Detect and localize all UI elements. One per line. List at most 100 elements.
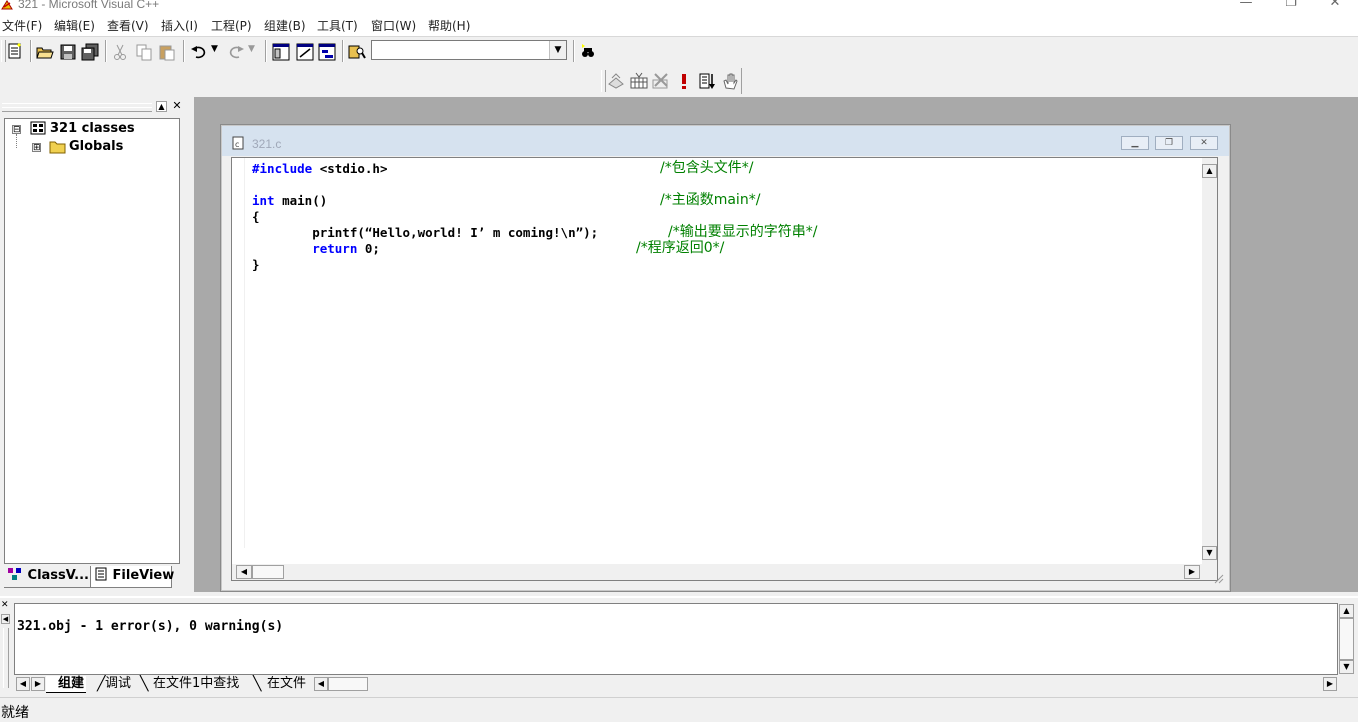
code-keyword: return — [252, 241, 358, 256]
menu-help[interactable]: 帮助(H) — [428, 17, 470, 34]
stop-build-icon[interactable] — [652, 72, 670, 90]
tab-classview[interactable]: ClassV... — [4, 566, 90, 588]
undo-dropdown-icon[interactable]: ▼ — [211, 44, 218, 54]
doc-restore-button[interactable]: ❐ — [1155, 136, 1183, 150]
cut-icon[interactable] — [111, 43, 129, 61]
build-icon[interactable] — [630, 72, 648, 90]
menu-view[interactable]: 查看(V) — [107, 17, 149, 34]
open-folder-icon[interactable] — [36, 43, 54, 61]
code-line: int main() — [252, 193, 327, 209]
output-hscroll-right-icon[interactable]: ▶ — [1323, 677, 1337, 691]
code-comment: /*包含头文件*/ — [660, 160, 754, 176]
tab-divider: ╲ — [253, 676, 262, 692]
tab-fileview[interactable]: FileView — [90, 566, 175, 588]
code-text: } — [252, 257, 260, 272]
window-title: 321 - Microsoft Visual C++ — [18, 0, 160, 11]
tree-item-globals[interactable]: Globals — [69, 139, 123, 154]
menu-build[interactable]: 组建(B) — [264, 17, 306, 34]
undo-icon[interactable] — [190, 43, 208, 61]
workspace-icon[interactable] — [272, 43, 290, 61]
output-hscroll-left-icon[interactable]: ◀ — [314, 677, 328, 691]
collapse-icon[interactable]: ⊟ — [12, 125, 21, 135]
tree-item-classes[interactable]: 321 classes — [50, 121, 135, 136]
chevron-down-icon[interactable]: ▼ — [549, 41, 566, 59]
menu-insert[interactable]: 插入(I) — [161, 17, 198, 34]
minimize-button[interactable]: — — [1223, 0, 1269, 14]
output-maximize-icon[interactable]: ◀ — [1, 614, 10, 624]
toolbar-grip[interactable] — [601, 70, 606, 92]
output-hscroll-thumb[interactable] — [328, 677, 368, 691]
scroll-left-icon[interactable]: ◀ — [236, 565, 252, 579]
go-icon[interactable] — [698, 72, 716, 90]
doc-minimize-button[interactable]: ▁ — [1121, 136, 1149, 150]
scroll-up-icon[interactable]: ▲ — [1202, 164, 1217, 178]
tab-fileview-label: FileView — [112, 568, 175, 583]
folder-icon — [49, 141, 66, 154]
title-bar: 321 - Microsoft Visual C++ — ❐ ✕ — [0, 0, 1358, 14]
code-line: #include <stdio.h> — [252, 161, 387, 177]
status-text: 就绪 — [1, 705, 29, 721]
hand-icon[interactable] — [721, 72, 739, 90]
menu-project[interactable]: 工程(P) — [211, 17, 252, 34]
find-combo[interactable]: ▼ — [371, 40, 567, 60]
new-text-file-icon[interactable] — [6, 42, 24, 60]
redo-dropdown-icon[interactable]: ▼ — [248, 44, 255, 54]
source-document-window: c 321.c ▁ ❐ ✕ #include <stdio.h> /*包含头文件*… — [221, 125, 1230, 591]
horizontal-scroll-thumb[interactable] — [252, 565, 284, 579]
save-icon[interactable] — [59, 43, 77, 61]
vertical-scrollbar[interactable]: ▲ ▼ — [1202, 158, 1217, 564]
find-icon[interactable] — [579, 43, 597, 61]
output-scroll-thumb[interactable] — [1339, 618, 1354, 660]
tab-scroll-right-icon[interactable]: ▶ — [31, 677, 45, 691]
paste-icon[interactable] — [158, 43, 176, 61]
tab-find-in-files-2[interactable]: 在文件 — [253, 676, 311, 692]
output-close-icon[interactable]: ✕ — [1, 601, 10, 610]
menu-window[interactable]: 窗口(W) — [371, 17, 416, 34]
build-result-text: 321.obj - 1 error(s), 0 warning(s) — [17, 619, 284, 634]
tab-find-in-files-1-label: 在文件1中查找 — [153, 676, 240, 691]
execute-icon[interactable] — [675, 72, 693, 90]
output-vertical-scrollbar[interactable]: ▲ ▼ — [1339, 604, 1354, 674]
code-line: { — [252, 209, 260, 225]
output-text-area[interactable]: 321.obj - 1 error(s), 0 warning(s) — [14, 603, 1354, 675]
restore-button[interactable]: ❐ — [1268, 0, 1314, 14]
toolbar-separator — [105, 40, 107, 62]
workspace-close-icon[interactable]: ✕ — [171, 100, 183, 112]
save-all-icon[interactable] — [81, 43, 99, 61]
document-title: 321.c — [252, 137, 282, 151]
redo-icon[interactable] — [227, 43, 245, 61]
menu-file[interactable]: 文件(F) — [2, 17, 42, 34]
workspace-maximize-icon[interactable]: ▲ — [156, 101, 167, 112]
code-comment: /*输出要显示的字符串*/ — [668, 224, 818, 240]
classview-icon — [8, 568, 21, 580]
compile-icon[interactable] — [607, 72, 625, 90]
fileview-icon — [95, 567, 107, 581]
menu-edit[interactable]: 编辑(E) — [54, 17, 95, 34]
output-window-icon[interactable] — [296, 43, 314, 61]
tab-find-in-files-1[interactable]: 在文件1中查找 — [141, 676, 239, 692]
code-editor[interactable]: #include <stdio.h> /*包含头文件*/ int main() /*主… — [231, 157, 1218, 581]
window-list-icon[interactable] — [318, 43, 336, 61]
close-button[interactable]: ✕ — [1312, 0, 1358, 14]
tab-build[interactable]: 组建 — [46, 676, 87, 693]
menu-tools[interactable]: 工具(T) — [317, 17, 358, 34]
expand-icon[interactable]: ⊞ — [32, 143, 41, 153]
horizontal-scrollbar[interactable]: ◀ ▶ — [232, 564, 1217, 580]
resize-grip-icon[interactable] — [1212, 572, 1224, 584]
tab-scroll-left-icon[interactable]: ◀ — [16, 677, 30, 691]
tab-divider: ╱ — [97, 676, 106, 692]
doc-close-button[interactable]: ✕ — [1190, 136, 1218, 150]
output-scroll-down-icon[interactable]: ▼ — [1339, 660, 1354, 674]
output-scroll-up-icon[interactable]: ▲ — [1339, 604, 1354, 618]
workspace-grip[interactable] — [2, 107, 152, 112]
scroll-down-icon[interactable]: ▼ — [1202, 546, 1217, 560]
find-in-files-icon[interactable] — [348, 43, 366, 61]
copy-icon[interactable] — [135, 43, 153, 61]
tree-line — [16, 134, 18, 148]
output-hscroll-track[interactable] — [368, 677, 1323, 691]
code-comment: /*主函数main*/ — [660, 192, 761, 208]
tab-debug-label: 调试 — [105, 676, 132, 691]
output-grip[interactable] — [3, 628, 9, 688]
scroll-right-icon[interactable]: ▶ — [1184, 565, 1200, 579]
svg-text:c: c — [235, 140, 239, 149]
